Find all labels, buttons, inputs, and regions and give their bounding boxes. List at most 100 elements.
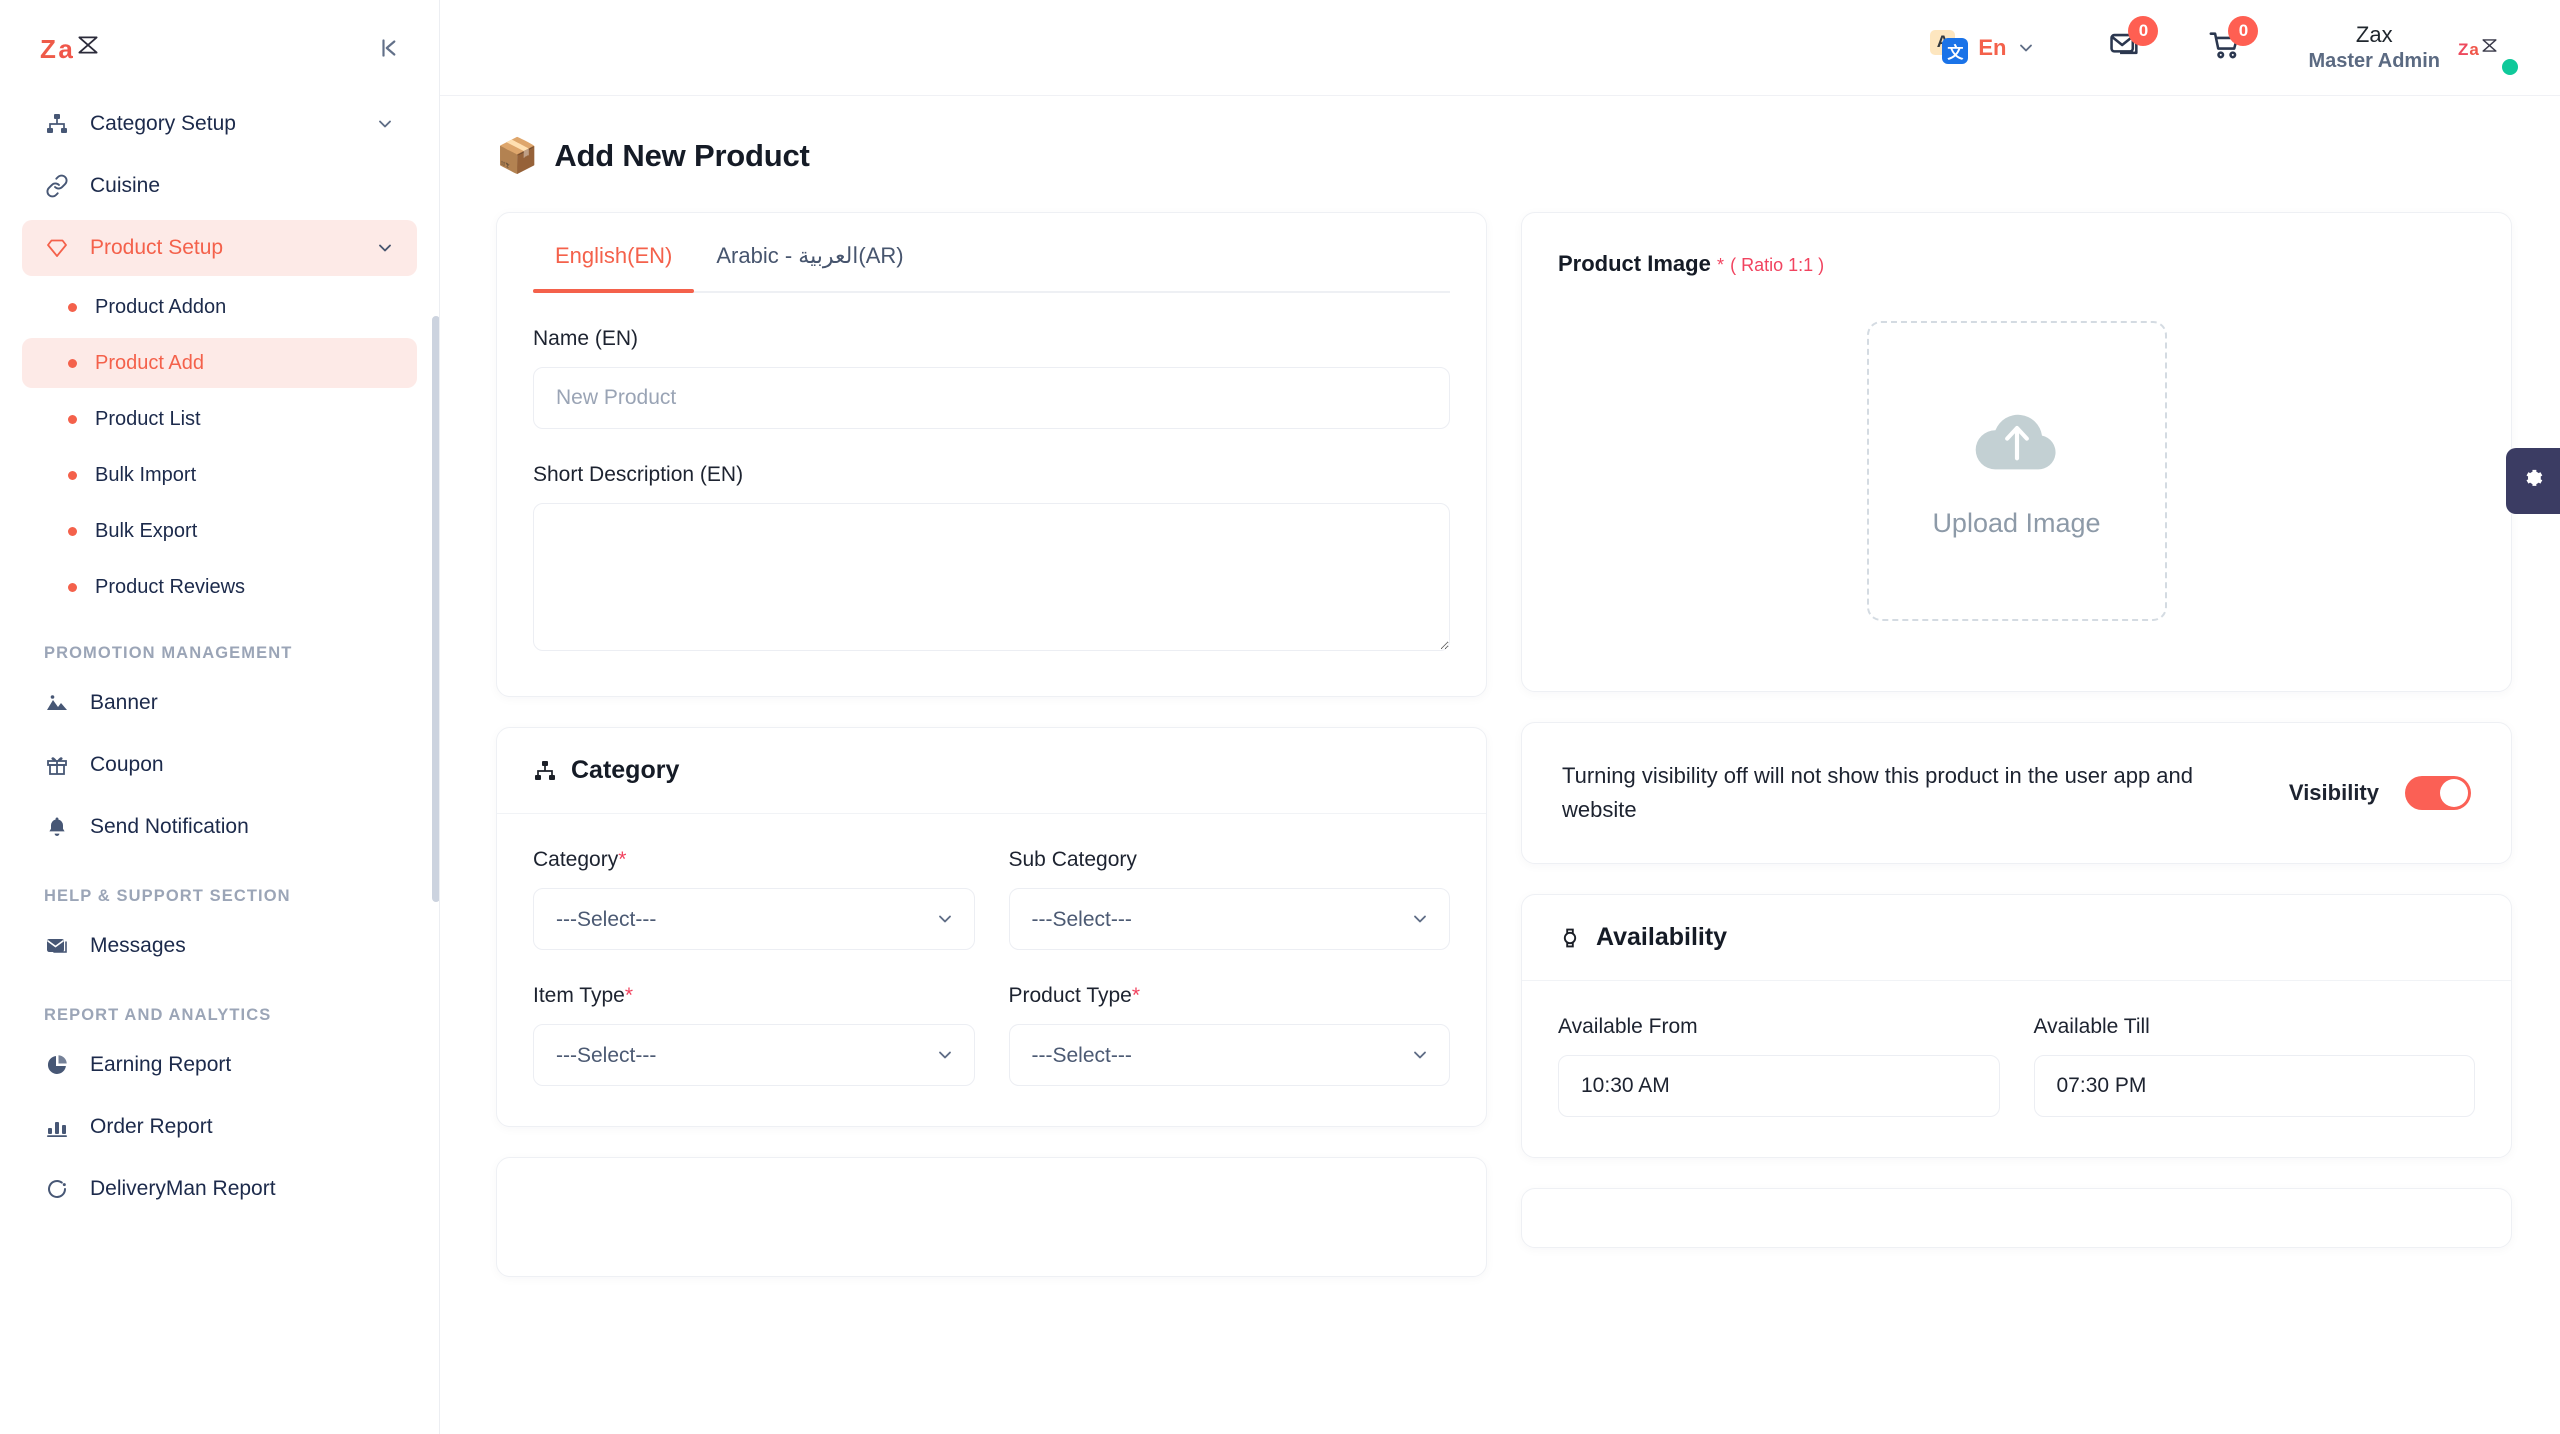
sidebar-item-label: Product Setup	[90, 236, 224, 259]
category-card-title: Category	[571, 756, 680, 784]
bullet-icon	[68, 470, 77, 480]
sidebar-subitem-product-reviews[interactable]: Product Reviews	[22, 562, 417, 612]
available-till-label: Available Till	[2033, 1015, 2150, 1039]
name-label: Name (EN)	[533, 327, 639, 350]
left-column: English(EN) Arabic - العربية(AR) Name (E…	[496, 212, 1487, 1307]
sidebar-item-deliveryman-report[interactable]: DeliveryMan Report	[22, 1161, 417, 1217]
availability-card-header: Availability	[1522, 895, 2511, 982]
sidebar-item-label: Earning Report	[90, 1053, 232, 1076]
tab-english[interactable]: English(EN)	[533, 243, 695, 293]
logo-x	[75, 32, 101, 65]
bullet-icon	[68, 302, 77, 312]
cart-badge: 0	[2228, 16, 2259, 46]
sub-category-select[interactable]: ---Select---	[1008, 888, 1450, 950]
sidebar-item-order-report[interactable]: Order Report	[22, 1099, 417, 1155]
sidebar-item-label: Messages	[90, 934, 186, 957]
category-select[interactable]: ---Select---	[533, 888, 975, 950]
availability-form: Available From Available Till	[1522, 981, 2511, 1157]
avatar-logo: Za	[2458, 36, 2499, 60]
sitemap-icon	[533, 759, 557, 783]
category-row-2: Item Type* ---Select--- Product Type* --…	[533, 984, 1450, 1086]
sidebar-item-label: DeliveryMan Report	[90, 1177, 276, 1200]
short-description-textarea[interactable]	[533, 503, 1450, 651]
bar-chart-icon	[44, 1114, 70, 1140]
sidebar-item-category-setup[interactable]: Category Setup	[22, 96, 417, 152]
sidebar-item-product-setup[interactable]: Product Setup	[22, 220, 417, 276]
page-title: 📦 Add New Product	[496, 138, 2512, 174]
product-type-select-wrap: ---Select---	[1008, 1024, 1450, 1086]
sidebar-item-send-notification[interactable]: Send Notification	[22, 799, 417, 855]
sidebar-section-report: REPORT AND ANALYTICS	[44, 1006, 272, 1024]
product-info-form: Name (EN) Short Description (EN)	[497, 293, 1486, 696]
language-switcher[interactable]: A文 En	[1930, 29, 2036, 67]
sidebar-item-earning-report[interactable]: Earning Report	[22, 1037, 417, 1093]
visibility-row: Turning visibility off will not show thi…	[1522, 723, 2511, 863]
sidebar-subitem-product-add[interactable]: Product Add	[22, 338, 417, 388]
category-card-header: Category	[497, 728, 1486, 814]
next-card-partial	[496, 1157, 1487, 1277]
sidebar-item-label: Cuisine	[90, 174, 161, 197]
available-from-input[interactable]	[1558, 1055, 2000, 1118]
sidebar-subitem-label: Bulk Import	[95, 463, 197, 486]
messages-button[interactable]: 0	[2108, 16, 2159, 67]
sidebar-subitem-product-addon[interactable]: Product Addon	[22, 282, 417, 332]
settings-side-tab[interactable]	[2506, 448, 2560, 514]
envelope-icon	[44, 933, 70, 959]
sitemap-icon	[44, 111, 70, 137]
product-name-input[interactable]	[533, 367, 1450, 429]
sidebar-section-promotion: PROMOTION MANAGEMENT	[44, 644, 293, 662]
sidebar-item-label: Send Notification	[90, 815, 249, 838]
sidebar-subitem-bulk-export[interactable]: Bulk Export	[22, 506, 417, 556]
app-logo[interactable]: Z a	[40, 32, 101, 65]
bullet-icon	[68, 414, 77, 424]
profile-menu[interactable]: Zax Master Admin Za	[2308, 21, 2518, 75]
item-type-select[interactable]: ---Select---	[533, 1024, 975, 1086]
content-grid: English(EN) Arabic - العربية(AR) Name (E…	[496, 212, 2512, 1307]
sidebar-item-coupon[interactable]: Coupon	[22, 737, 417, 793]
visibility-toggle[interactable]	[2405, 776, 2471, 811]
package-icon: 📦	[496, 137, 539, 175]
sidebar-subitem-bulk-import[interactable]: Bulk Import	[22, 450, 417, 500]
watch-icon	[1558, 926, 1582, 950]
visibility-description: Turning visibility off will not show thi…	[1562, 763, 2193, 823]
sidebar-item-cuisine[interactable]: Cuisine	[22, 158, 417, 214]
required-mark: *	[618, 848, 627, 871]
refresh-icon	[44, 1176, 70, 1202]
sidebar-item-banner[interactable]: Banner	[22, 675, 417, 731]
product-type-label: Product Type*	[1008, 984, 1141, 1007]
logo-z: Z	[40, 33, 57, 64]
page-content: 📦 Add New Product English(EN) Arabic - ا…	[440, 96, 2560, 1434]
sidebar-item-label: Order Report	[90, 1115, 213, 1138]
item-type-select-wrap: ---Select---	[533, 1024, 975, 1086]
availability-card-title: Availability	[1596, 923, 1728, 952]
category-form: Category* ---Select--- Sub Category ---S…	[497, 814, 1486, 1126]
sidebar-item-label: Coupon	[90, 753, 164, 776]
availability-card: Availability Available From Available Ti…	[1521, 894, 2512, 1159]
sidebar-item-messages[interactable]: Messages	[22, 918, 417, 974]
main-area: A文 En 0 0	[440, 0, 2560, 1434]
product-image-card: Product Image * ( Ratio 1:1 ) Upload Ima…	[1521, 212, 2512, 692]
visibility-label: Visibility	[2288, 780, 2379, 806]
messages-badge: 0	[2128, 16, 2159, 46]
required-mark: *	[624, 984, 634, 1007]
sidebar-scrollbar[interactable]	[432, 316, 439, 902]
cart-button[interactable]: 0	[2208, 16, 2259, 67]
sidebar: Z a Category Setup Cuisine Product Setup…	[0, 0, 440, 1434]
logo-a: a	[58, 33, 74, 64]
sidebar-subitem-product-list[interactable]: Product List	[22, 394, 417, 444]
pie-chart-icon	[44, 1052, 70, 1078]
available-from-label: Available From	[1558, 1015, 1698, 1039]
item-type-label: Item Type*	[533, 984, 634, 1007]
tab-arabic[interactable]: Arabic - العربية(AR)	[694, 243, 925, 291]
category-row-1: Category* ---Select--- Sub Category ---S…	[533, 848, 1450, 950]
avatar[interactable]: Za	[2458, 25, 2518, 75]
upload-image-dropzone[interactable]: Upload Image	[1866, 321, 2167, 621]
sidebar-subitem-label: Product Reviews	[95, 575, 246, 598]
short-description-label: Short Description (EN)	[533, 463, 744, 486]
bullet-icon	[68, 582, 77, 592]
sidebar-collapse-icon[interactable]	[377, 35, 403, 61]
available-till-input[interactable]	[2033, 1055, 2475, 1118]
category-label: Category*	[533, 848, 627, 871]
sidebar-section-help: HELP & SUPPORT SECTION	[44, 887, 291, 905]
product-type-select[interactable]: ---Select---	[1008, 1024, 1450, 1086]
